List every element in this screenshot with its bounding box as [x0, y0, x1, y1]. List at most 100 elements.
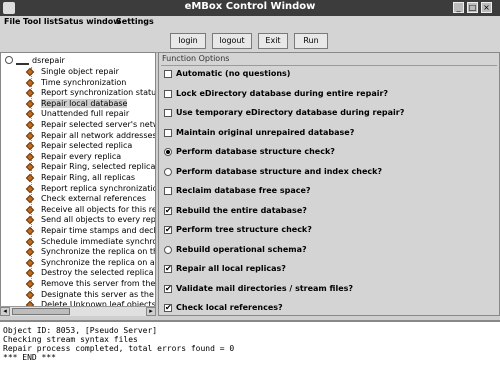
- option-label: Check local references?: [176, 303, 283, 312]
- tree-item-label: Schedule immediate synchront: [41, 236, 156, 246]
- option-label: Perform database structure and index che…: [176, 166, 383, 176]
- tool-icon: [25, 226, 35, 236]
- scroll-left-arrow-icon[interactable]: ◂: [0, 307, 10, 316]
- checkbox-checked[interactable]: ✔: [164, 304, 172, 312]
- tool-icon: [25, 205, 35, 215]
- tree-item-label: Repair selected replica: [41, 141, 133, 151]
- tree-item-label: Repair all network addresses: [41, 130, 156, 140]
- exit-button[interactable]: Exit: [258, 33, 288, 49]
- scroll-thumb[interactable]: [12, 308, 70, 315]
- tree-item-label: Designate this server as the ne: [41, 289, 156, 299]
- checkbox-checked[interactable]: ✔: [164, 226, 172, 234]
- console-line: Object ID: 8053, [Pseudo Server]: [3, 326, 158, 335]
- close-button[interactable]: ×: [481, 2, 492, 13]
- tree-item-label: Repair selected server's netwo: [41, 120, 156, 129]
- radio-button-selected[interactable]: [164, 148, 172, 156]
- tree-item-label: Repair every replica: [41, 151, 122, 161]
- tree-item-label: Receive all objects for this repli: [41, 204, 156, 214]
- tool-icon: [25, 290, 35, 299]
- option-label: Reclaim database free space?: [176, 186, 311, 195]
- option-label: Perform database structure check?: [176, 147, 335, 156]
- tool-icon: [25, 279, 35, 289]
- tree-item-label: Send all objects to every replica: [41, 215, 156, 225]
- tool-icon: [25, 247, 35, 257]
- tree-item-label: Unattended full repair: [41, 109, 130, 119]
- option-label: Lock eDirectory database during entire r…: [176, 88, 389, 98]
- tool-icon: [25, 269, 35, 278]
- network-icon: [16, 56, 29, 65]
- tree-item-label: Repair Ring, selected replica: [41, 162, 156, 172]
- tree-item-label: Time synchronization: [41, 77, 127, 87]
- option-label: Perform tree structure check?: [176, 225, 312, 234]
- tree-item-label: Report synchronization status o: [41, 88, 156, 98]
- key-icon: [5, 56, 13, 64]
- option-label: Maintain original unrepaired database?: [176, 127, 355, 137]
- tool-icon: [25, 194, 35, 204]
- tool-icon: [25, 67, 35, 77]
- tool-icon: [25, 120, 35, 130]
- panel-divider: [161, 65, 497, 66]
- tool-icon: [25, 258, 35, 268]
- console-line: Repair process completed, total errors f…: [3, 344, 235, 353]
- menu-file[interactable]: File: [4, 17, 20, 26]
- tool-icon: [25, 163, 35, 172]
- checkbox[interactable]: [164, 89, 172, 98]
- minimize-button[interactable]: _: [453, 2, 464, 13]
- checkbox-checked[interactable]: ✔: [164, 284, 172, 293]
- window-title: eMBox Control Window: [184, 1, 316, 12]
- tree-item-label: Check external references: [41, 194, 146, 204]
- panel-title: Function Options: [162, 54, 230, 63]
- checkbox[interactable]: [164, 128, 172, 137]
- option-label: Use temporary eDirectory database during…: [176, 108, 405, 117]
- tool-icon: [25, 110, 35, 119]
- tool-icon: [25, 78, 35, 87]
- menu-bar: File Tool list Satus window Settings: [0, 16, 500, 30]
- scroll-right-arrow-icon[interactable]: ▸: [146, 307, 156, 316]
- console-line: Checking stream syntax files: [3, 335, 138, 344]
- tree-item-label: Report replica synchronization s: [41, 183, 155, 193]
- tree-item-label: Synchronize the replica on all se: [41, 257, 155, 267]
- menu-tool-list[interactable]: Tool list: [23, 17, 58, 26]
- checkbox[interactable]: [164, 70, 172, 78]
- radio-button[interactable]: [164, 167, 172, 176]
- login-button[interactable]: login: [170, 33, 206, 49]
- tree-item-label: Repair time stamps and declar: [41, 226, 156, 235]
- menu-satus-window[interactable]: Satus window: [58, 17, 121, 26]
- tree-item-label: Repair Ring, all replicas: [41, 173, 136, 182]
- tool-tree[interactable]: dsrepair Single object repair Time synch…: [0, 52, 156, 316]
- option-label: Validate mail directories / stream files…: [176, 283, 354, 293]
- title-bar: eMBox Control Window _ □ ×: [0, 0, 500, 16]
- tool-icon: [25, 152, 35, 162]
- tool-icon: [25, 173, 35, 183]
- tool-icon: [25, 216, 35, 225]
- tree-root-label: dsrepair: [32, 56, 65, 65]
- menu-settings[interactable]: Settings: [116, 17, 154, 26]
- option-label: Rebuild the entire database?: [176, 205, 307, 215]
- checkbox-checked[interactable]: ✔: [164, 206, 172, 215]
- tree-item-label: Synchronize the replica on the s: [41, 247, 155, 257]
- tool-icon: [25, 88, 35, 98]
- option-label: Repair all local replicas?: [176, 264, 286, 273]
- checkbox-checked[interactable]: ✔: [164, 265, 172, 273]
- tree-item-label: Destroy the selected replica on: [41, 268, 156, 278]
- checkbox[interactable]: [164, 109, 172, 117]
- tool-icon: [25, 99, 35, 109]
- tool-icon: [25, 184, 35, 193]
- option-label: Automatic (no questions): [176, 69, 291, 78]
- tree-item-label: Single object repair: [41, 67, 119, 76]
- run-button[interactable]: Run: [294, 33, 328, 49]
- tree-horizontal-scrollbar[interactable]: ◂ ▸: [0, 306, 156, 316]
- console-output[interactable]: Object ID: 8053, [Pseudo Server] Checkin…: [0, 320, 500, 375]
- tree-item-label: Repair local database: [41, 98, 128, 108]
- option-label: Rebuild operational schema?: [176, 244, 307, 254]
- tree-item-label: Remove this server from the rep: [41, 279, 156, 288]
- function-options-panel: Function Options Automatic (no questions…: [158, 52, 500, 316]
- tool-icon: [25, 141, 35, 151]
- checkbox[interactable]: [164, 187, 172, 195]
- toolbar: login logout Exit Run: [0, 30, 500, 53]
- logout-button[interactable]: logout: [212, 33, 252, 49]
- console-line: *** END ***: [3, 353, 56, 362]
- maximize-button[interactable]: □: [467, 2, 478, 13]
- radio-button[interactable]: [164, 245, 172, 254]
- tool-icon: [25, 237, 35, 246]
